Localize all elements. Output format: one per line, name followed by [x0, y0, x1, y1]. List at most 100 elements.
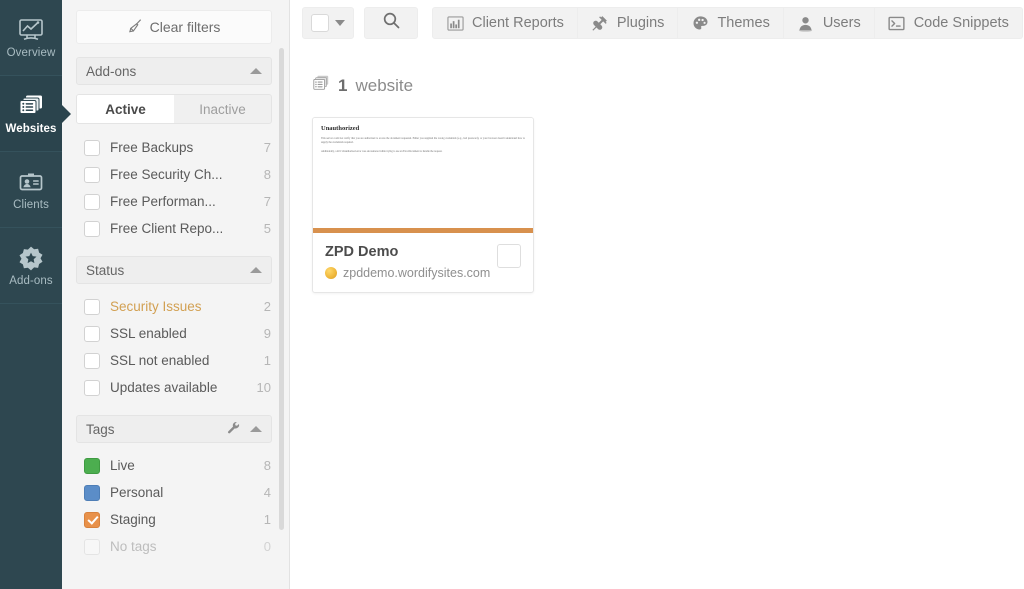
- websites-grid-area: 1 website Unauthorized This server could…: [290, 46, 1024, 293]
- filter-count: 8: [263, 458, 271, 473]
- filter-count: 4: [263, 485, 271, 500]
- toolbar-label: Plugins: [616, 15, 665, 31]
- stacked-list-icon: [17, 92, 45, 120]
- checkbox[interactable]: [84, 484, 100, 501]
- filter-row[interactable]: Live 8: [76, 452, 275, 479]
- select-all-checkbox[interactable]: [311, 14, 329, 32]
- toggle-active[interactable]: Active: [77, 95, 174, 123]
- filter-label: Staging: [110, 512, 156, 527]
- rail-label-clients: Clients: [13, 198, 49, 211]
- plug-icon: [591, 14, 609, 32]
- terminal-icon: [888, 14, 906, 32]
- chevron-up-icon[interactable]: [250, 267, 262, 273]
- thumbnail-paragraph-2: Additionally, a 401 Unauthorized error w…: [321, 149, 443, 153]
- clear-filters-button[interactable]: Clear filters: [76, 10, 272, 44]
- chevron-up-icon[interactable]: [250, 426, 262, 432]
- search-icon: [382, 11, 401, 35]
- id-card-icon: [17, 168, 45, 196]
- checkbox[interactable]: [84, 325, 100, 342]
- star-badge-icon: [17, 244, 45, 272]
- toolbar-item-themes[interactable]: Themes: [678, 7, 784, 39]
- websites-stack-icon: [312, 74, 330, 97]
- filter-row[interactable]: Security Issues 2: [76, 293, 275, 320]
- rail-item-overview[interactable]: Overview: [0, 0, 62, 76]
- filter-sidebar-scrollbar[interactable]: [279, 48, 284, 530]
- toolbar-item-plugins[interactable]: Plugins: [577, 7, 679, 39]
- rail-item-websites[interactable]: Websites: [0, 76, 62, 152]
- checkbox[interactable]: [84, 220, 100, 237]
- filter-row[interactable]: SSL not enabled 1: [76, 347, 275, 374]
- filter-label: Updates available: [110, 380, 218, 395]
- website-select-checkbox[interactable]: [497, 244, 521, 268]
- broom-icon: [128, 18, 143, 36]
- checkbox[interactable]: [84, 352, 100, 369]
- select-all-dropdown[interactable]: [302, 7, 354, 39]
- rail-item-clients[interactable]: Clients: [0, 152, 62, 228]
- filter-label: Security Issues: [110, 299, 202, 314]
- checkbox[interactable]: [84, 193, 100, 210]
- filter-section-title-addons: Add-ons: [86, 63, 137, 79]
- filter-label: Free Backups: [110, 140, 194, 155]
- filter-row[interactable]: Free Security Ch... 8: [76, 161, 275, 188]
- filter-label: SSL not enabled: [110, 353, 210, 368]
- toolbar-item-code-snippets[interactable]: Code Snippets: [874, 7, 1023, 39]
- filter-row[interactable]: Free Performan... 7: [76, 188, 275, 215]
- filter-row[interactable]: SSL enabled 9: [76, 320, 275, 347]
- filter-count: 8: [263, 167, 271, 182]
- toolbar-label: Client Reports: [472, 15, 564, 31]
- filter-row[interactable]: Personal 4: [76, 479, 275, 506]
- filter-section-header-addons[interactable]: Add-ons: [76, 57, 272, 85]
- toolbar-label: Themes: [717, 15, 770, 31]
- chevron-up-icon[interactable]: [250, 68, 262, 74]
- filter-row[interactable]: Staging 1: [76, 506, 275, 533]
- filter-list-addons: Free Backups 7 Free Security Ch... 8 Fre…: [76, 134, 275, 242]
- filter-count: 7: [263, 194, 271, 209]
- filter-label: Live: [110, 458, 135, 473]
- checkbox[interactable]: [84, 139, 100, 156]
- filter-section-header-tags[interactable]: Tags: [76, 415, 272, 443]
- website-url: zpddemo.wordifysites.com: [343, 266, 491, 280]
- palette-icon: [691, 14, 709, 32]
- main-content: Client Reports Plugins Themes Users Code…: [290, 0, 1024, 589]
- bulk-action-toolbar: Client Reports Plugins Themes Users Code…: [432, 7, 1023, 39]
- toggle-inactive[interactable]: Inactive: [174, 95, 271, 123]
- filter-row[interactable]: Free Client Repo... 5: [76, 215, 275, 242]
- toolbar-item-users[interactable]: Users: [783, 7, 875, 39]
- filter-count: 2: [263, 299, 271, 314]
- website-count-noun: website: [355, 75, 414, 95]
- website-count-header: 1 website: [312, 74, 1024, 97]
- rail-item-addons[interactable]: Add-ons: [0, 228, 62, 304]
- website-thumbnail[interactable]: Unauthorized This server could not verif…: [313, 118, 533, 228]
- search-button[interactable]: [364, 7, 418, 39]
- checkbox[interactable]: [84, 298, 100, 315]
- filter-label: Free Performan...: [110, 194, 216, 209]
- globe-favicon-icon: [325, 267, 337, 279]
- filter-section-header-status[interactable]: Status: [76, 256, 272, 284]
- website-count-number: 1: [338, 75, 348, 95]
- app-window: Overview Websites Clients Add-ons Clear …: [0, 0, 1024, 589]
- addons-active-inactive-toggle: Active Inactive: [76, 94, 272, 124]
- filter-label: SSL enabled: [110, 326, 187, 341]
- checkbox[interactable]: [84, 166, 100, 183]
- filter-list-tags: Live 8 Personal 4 Staging 1 No tags 0: [76, 452, 275, 560]
- filter-section-title-tags: Tags: [86, 421, 115, 437]
- website-card[interactable]: Unauthorized This server could not verif…: [312, 117, 534, 293]
- toolbar-item-client-reports[interactable]: Client Reports: [432, 7, 578, 39]
- rail-label-overview: Overview: [6, 46, 56, 59]
- filter-row[interactable]: No tags 0: [76, 533, 275, 560]
- checkbox[interactable]: [84, 457, 100, 474]
- clear-filters-label: Clear filters: [149, 19, 221, 35]
- wrench-icon[interactable]: [227, 421, 240, 437]
- filter-sidebar: Clear filters Add-ons Active Inactive Fr…: [62, 0, 290, 589]
- filter-count: 1: [263, 512, 271, 527]
- checkbox[interactable]: [84, 538, 100, 555]
- checkbox[interactable]: [84, 379, 100, 396]
- filter-count: 10: [256, 380, 271, 395]
- filter-row[interactable]: Free Backups 7: [76, 134, 275, 161]
- website-card-body: ZPD Demo zpddemo.wordifysites.com: [313, 233, 533, 292]
- chevron-down-icon[interactable]: [335, 20, 345, 26]
- filter-label: No tags: [110, 539, 157, 554]
- checkbox[interactable]: [84, 511, 100, 528]
- filter-row[interactable]: Updates available 10: [76, 374, 275, 401]
- website-card-texts: ZPD Demo zpddemo.wordifysites.com: [325, 244, 497, 280]
